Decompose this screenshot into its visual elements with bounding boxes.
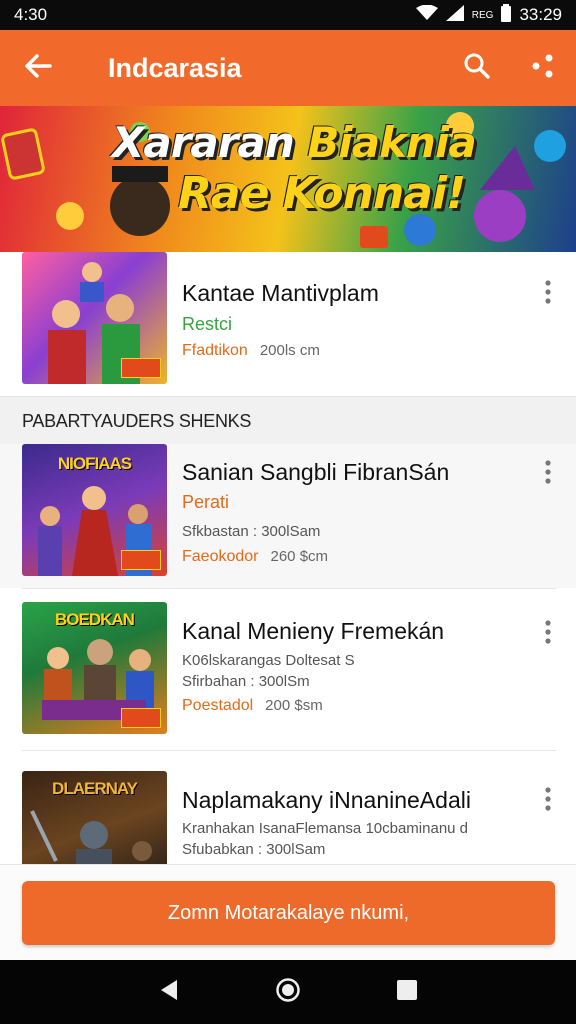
banner-headline-2: Rae Konnai! [178,168,466,219]
item-title: Naplamakany iNnanineAdali [182,787,471,813]
item-thumbnail: NIOFIAAS [22,444,167,576]
back-button[interactable] [0,30,76,106]
back-arrow-icon [24,53,52,83]
banner-text-1b: Biaknia [307,118,476,167]
section-header-label: PABARTYAUDERS SHENKS [22,411,252,431]
item-meta-value: 260 $cm [270,548,329,565]
item-meta-label: Poestadol [182,697,254,714]
more-options-button[interactable] [536,274,560,314]
status-time-left: 4:30 [14,5,48,24]
more-vert-icon [545,786,551,816]
system-nav-bar [0,960,576,1024]
status-time-right: 33:29 [519,5,562,24]
list-item[interactable]: DLAERNAY Naplamakany iNnanineAdali Kranh… [0,751,576,864]
nav-recents-button[interactable] [387,972,427,1012]
item-subtitle: Kranhakan IsanaFlemansa 10cbaminanu d [182,820,469,837]
share-icon [531,53,555,84]
nav-home-button[interactable] [268,972,308,1012]
more-options-button[interactable] [536,454,560,494]
bottom-action-panel: Zomn Motarakalaye nkumi, [0,864,576,960]
promo-banner[interactable]: Xararan Biaknia Rae Konnai! [0,106,576,252]
item-meta: Faeokodor 260 $cm [182,548,328,566]
featured-thumbnail [22,252,167,384]
thumbnail-badge [121,358,161,378]
banner-text-1a: Xararan [112,118,295,167]
nav-home-icon [275,977,301,1008]
battery-icon [501,3,512,27]
thumbnail-art [30,810,152,864]
more-options-button[interactable] [536,781,560,821]
item-subtitle: K06lskarangas Doltesat S [182,652,355,669]
nav-back-button[interactable] [149,972,189,1012]
page-title: Indcarasia [108,52,242,83]
item-meta-label: Ffadtikon [182,342,248,359]
more-vert-icon [545,459,551,489]
share-button[interactable] [510,30,576,106]
item-title: Kanal Menieny Fremekán [182,618,445,644]
item-title: Sanian Sangbli FibranSán [182,459,450,485]
item-meta-label: Faeokodor [182,548,259,565]
item-tag: Perati [182,492,230,512]
thumbnail-badge [121,550,161,570]
more-options-button[interactable] [536,614,560,654]
item-subtitle-2: Sfubabkan : 300lSam [182,841,326,858]
item-subtitle: Sfkbastan : 300lSam [182,523,321,540]
status-bar: 4:30 REG 33:29 [0,0,576,30]
section-header: PABARTYAUDERS SHENKS [0,396,576,444]
nav-back-icon [159,979,179,1006]
item-tag: Restci [182,314,233,334]
list-item[interactable]: BOEDKAN [0,589,576,749]
app-bar: Indcarasia [0,30,576,106]
primary-cta-button[interactable]: Zomn Motarakalaye nkumi, [22,881,555,945]
network-label: REG [471,9,494,21]
signal-icon [445,4,464,26]
banner-headline-1: Xararan Biaknia [112,118,477,167]
status-icons: REG 33:29 [415,3,562,27]
item-title: Kantae Mantivplam [182,280,379,306]
item-meta: Ffadtikon 200ls cm [182,342,320,360]
search-icon [463,52,491,85]
item-thumbnail: BOEDKAN [22,602,167,734]
item-thumbnail: DLAERNAY [22,771,167,864]
featured-card[interactable]: Kantae Mantivplam Restci Ffadtikon 200ls … [0,252,576,396]
more-vert-icon [545,279,551,309]
item-subtitle-2: Sfirbahan : 300lSm [182,673,310,690]
item-meta-value: 200 $sm [265,697,323,714]
nav-recents-icon [396,979,417,1005]
wifi-icon [415,4,438,26]
item-meta: Poestadol 200 $sm [182,697,323,715]
thumbnail-badge [121,708,161,728]
more-vert-icon [545,619,551,649]
item-meta-value: 200ls cm [259,342,320,359]
list-item[interactable]: NIOFIAAS Sanian Sangbli FibranSán Perati… [0,444,576,588]
search-button[interactable] [444,30,510,106]
